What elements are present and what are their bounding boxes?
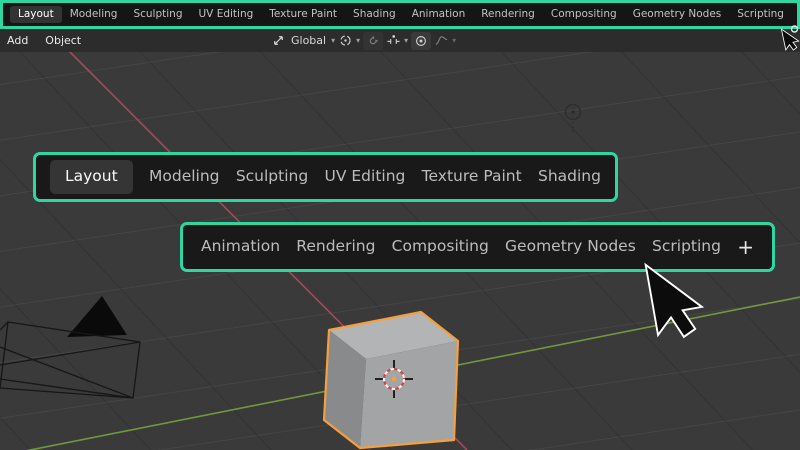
tab-modeling[interactable]: Modeling	[62, 6, 126, 23]
proportional-editing-icon	[416, 35, 427, 46]
tab-sculpting[interactable]: Sculpting	[125, 6, 190, 23]
callout-tab-geometry-nodes[interactable]: Geometry Nodes	[505, 239, 636, 255]
cube-object[interactable]	[322, 310, 460, 450]
tab-texture-paint[interactable]: Texture Paint	[261, 6, 345, 23]
workspace-tabs-callout-1: Layout Modeling Sculpting UV Editing Tex…	[33, 152, 618, 202]
viewport-header: Add Object Global ▾ ▾ ▾ ▾	[0, 29, 800, 52]
chevron-down-icon: ▾	[331, 35, 336, 45]
small-busy-cursor-icon	[780, 25, 800, 51]
tab-shading[interactable]: Shading	[345, 6, 404, 23]
falloff-curve-icon	[435, 36, 448, 45]
tab-scripting[interactable]: Scripting	[729, 6, 792, 23]
mouse-cursor	[644, 262, 705, 339]
callout-tab-scripting[interactable]: Scripting	[652, 239, 721, 255]
add-workspace-button-callout[interactable]: +	[737, 237, 754, 257]
tab-animation[interactable]: Animation	[404, 6, 474, 23]
callout-tab-sculpting[interactable]: Sculpting	[236, 169, 308, 185]
tab-rendering[interactable]: Rendering	[473, 6, 543, 23]
callout-tab-shading[interactable]: Shading	[538, 169, 601, 185]
transform-orientation-value: Global	[291, 34, 327, 47]
pivot-point-icon	[340, 35, 351, 46]
tab-compositing[interactable]: Compositing	[543, 6, 625, 23]
tab-uv-editing[interactable]: UV Editing	[191, 6, 262, 23]
callout-tab-compositing[interactable]: Compositing	[392, 239, 489, 255]
chevron-down-icon: ▾	[404, 35, 409, 45]
chevron-down-icon: ▾	[452, 35, 457, 45]
tab-layout[interactable]: Layout	[10, 6, 62, 23]
workspace-tab-bar: Layout Modeling Sculpting UV Editing Tex…	[0, 0, 800, 29]
snap-toggle-button[interactable]	[363, 31, 384, 50]
transform-orientation-dropdown[interactable]: Global ▾	[271, 33, 335, 48]
snap-target-icon	[387, 35, 400, 44]
snap-magnet-icon	[369, 35, 379, 44]
callout-tab-rendering[interactable]: Rendering	[296, 239, 375, 255]
callout-tab-layout[interactable]: Layout	[50, 160, 133, 194]
callout-tab-modeling[interactable]: Modeling	[149, 169, 220, 185]
pivot-point-dropdown[interactable]: ▾	[338, 33, 360, 48]
object-menu[interactable]: Object	[45, 35, 81, 46]
chevron-down-icon: ▾	[356, 35, 361, 45]
callout-tab-uv-editing[interactable]: UV Editing	[325, 169, 406, 185]
camera-frustum-edge	[0, 378, 134, 399]
transform-orientation-icon	[274, 36, 283, 45]
falloff-dropdown[interactable]: ▾	[434, 33, 456, 48]
proportional-editing-toggle[interactable]	[411, 31, 432, 50]
callout-tab-animation[interactable]: Animation	[201, 239, 280, 255]
light-object[interactable]	[564, 103, 582, 135]
callout-tab-texture-paint[interactable]: Texture Paint	[422, 169, 522, 185]
add-menu[interactable]: Add	[7, 35, 28, 46]
object-origin-dot	[391, 376, 397, 382]
snap-target-dropdown[interactable]: ▾	[386, 33, 408, 48]
camera-frustum-edge	[0, 341, 141, 366]
camera-object[interactable]	[0, 296, 141, 399]
light-dot	[571, 110, 575, 114]
camera-up-triangle	[67, 296, 127, 337]
tab-geometry-nodes[interactable]: Geometry Nodes	[625, 6, 730, 23]
